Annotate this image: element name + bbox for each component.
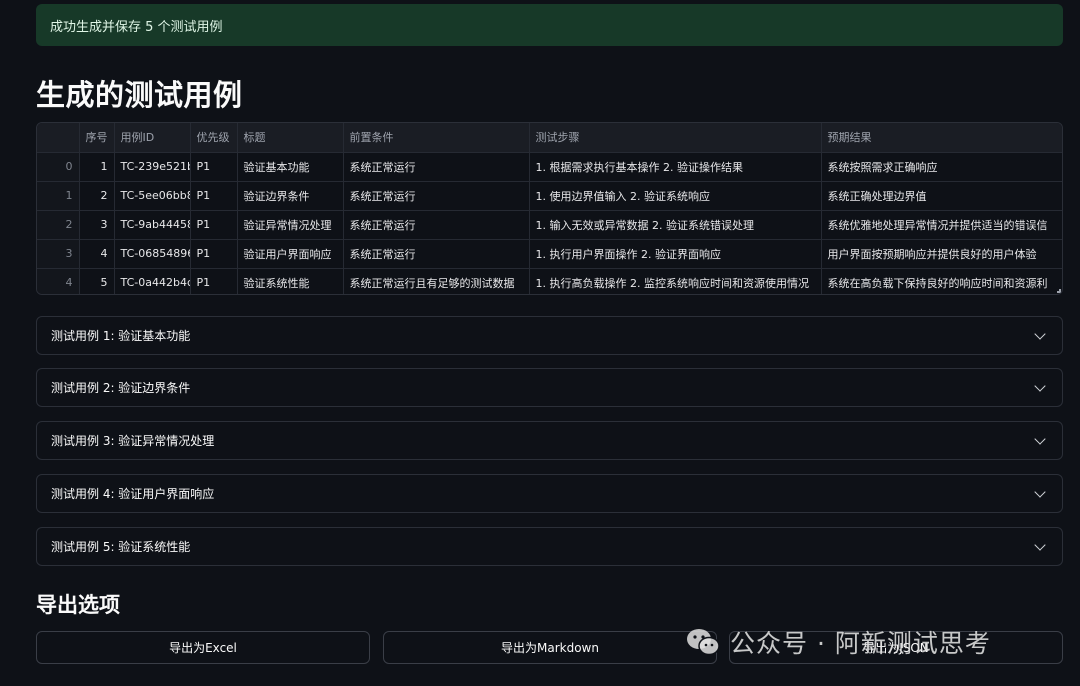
cell-priority[interactable]: P1	[190, 268, 238, 294]
cell-no[interactable]: 5	[79, 268, 115, 294]
expander-test-case-5[interactable]: 测试用例 5: 验证系统性能	[36, 527, 1063, 566]
cell-precondition[interactable]: 系统正常运行且有足够的测试数据	[343, 268, 530, 294]
table-header-row: 序号 用例ID 优先级 标题 前置条件 测试步骤 预期结果	[37, 123, 1062, 153]
watermark-text: 公众号 · 阿新测试思考	[730, 629, 991, 658]
cell-id[interactable]: TC-5ee06bb8	[114, 181, 191, 211]
cell-title[interactable]: 验证用户界面响应	[237, 239, 344, 269]
chevron-down-icon	[1034, 538, 1046, 551]
table-row[interactable]: 3 4 TC-06854896 P1 验证用户界面响应 系统正常运行 1. 执行…	[37, 239, 1062, 269]
table-row[interactable]: 1 2 TC-5ee06bb8 P1 验证边界条件 系统正常运行 1. 使用边界…	[37, 181, 1062, 211]
column-header-steps[interactable]: 测试步骤	[529, 123, 822, 153]
cell-id[interactable]: TC-0a442b4c	[114, 268, 191, 294]
cell-precondition[interactable]: 系统正常运行	[343, 210, 530, 240]
cell-steps[interactable]: 1. 输入无效或异常数据 2. 验证系统错误处理	[529, 210, 822, 240]
cell-title[interactable]: 验证系统性能	[237, 268, 344, 294]
chevron-down-icon	[1034, 327, 1046, 340]
wechat-icon	[687, 629, 720, 656]
column-header-title[interactable]: 标题	[237, 123, 344, 153]
cell-steps[interactable]: 1. 根据需求执行基本操作 2. 验证操作结果	[529, 152, 822, 182]
cell-id[interactable]: TC-9ab44458	[114, 210, 191, 240]
cell-no[interactable]: 3	[79, 210, 115, 240]
expander-label: 测试用例 3: 验证异常情况处理	[51, 434, 215, 448]
cell-steps[interactable]: 1. 使用边界值输入 2. 验证系统响应	[529, 181, 822, 211]
cell-no[interactable]: 4	[79, 239, 115, 269]
cell-expected[interactable]: 系统优雅地处理异常情况并提供适当的错误信	[821, 210, 1062, 240]
cell-steps[interactable]: 1. 执行用户界面操作 2. 验证界面响应	[529, 239, 822, 269]
page-title: 生成的测试用例	[36, 78, 243, 112]
test-case-table[interactable]: 序号 用例ID 优先级 标题 前置条件 测试步骤 预期结果 0 1 TC-239…	[36, 122, 1063, 295]
export-markdown-button[interactable]: 导出为Markdown	[383, 631, 717, 664]
row-index: 0	[37, 152, 80, 182]
expander-test-case-2[interactable]: 测试用例 2: 验证边界条件	[36, 368, 1063, 407]
row-index: 4	[37, 268, 80, 294]
cell-priority[interactable]: P1	[190, 210, 238, 240]
cell-priority[interactable]: P1	[190, 152, 238, 182]
table-row[interactable]: 0 1 TC-239e521b P1 验证基本功能 系统正常运行 1. 根据需求…	[37, 152, 1062, 182]
expander-label: 测试用例 5: 验证系统性能	[51, 540, 191, 554]
cell-title[interactable]: 验证异常情况处理	[237, 210, 344, 240]
cell-precondition[interactable]: 系统正常运行	[343, 152, 530, 182]
cell-expected[interactable]: 系统在高负载下保持良好的响应时间和资源利	[821, 268, 1062, 294]
cell-priority[interactable]: P1	[190, 239, 238, 269]
cell-expected[interactable]: 系统正确处理边界值	[821, 181, 1062, 211]
expander-test-case-3[interactable]: 测试用例 3: 验证异常情况处理	[36, 421, 1063, 460]
success-alert-text: 成功生成并保存 5 个测试用例	[50, 19, 223, 35]
cell-precondition[interactable]: 系统正常运行	[343, 239, 530, 269]
cell-steps[interactable]: 1. 执行高负载操作 2. 监控系统响应时间和资源使用情况	[529, 268, 822, 294]
export-excel-button[interactable]: 导出为Excel	[36, 631, 370, 664]
cell-precondition[interactable]: 系统正常运行	[343, 181, 530, 211]
column-header-priority[interactable]: 优先级	[190, 123, 238, 153]
column-header-no[interactable]: 序号	[79, 123, 115, 153]
table-row[interactable]: 4 5 TC-0a442b4c P1 验证系统性能 系统正常运行且有足够的测试数…	[37, 268, 1062, 294]
expander-label: 测试用例 1: 验证基本功能	[51, 329, 191, 343]
watermark: 公众号 · 阿新测试思考	[686, 622, 991, 662]
cell-title[interactable]: 验证边界条件	[237, 181, 344, 211]
cell-expected[interactable]: 用户界面按预期响应并提供良好的用户体验	[821, 239, 1062, 269]
table-row[interactable]: 2 3 TC-9ab44458 P1 验证异常情况处理 系统正常运行 1. 输入…	[37, 210, 1062, 240]
cell-expected[interactable]: 系统按照需求正确响应	[821, 152, 1062, 182]
cell-id[interactable]: TC-06854896	[114, 239, 191, 269]
success-alert: 成功生成并保存 5 个测试用例	[36, 4, 1063, 46]
column-header-precondition[interactable]: 前置条件	[343, 123, 530, 153]
expander-label: 测试用例 2: 验证边界条件	[51, 381, 191, 395]
column-header-id[interactable]: 用例ID	[114, 123, 191, 153]
cell-no[interactable]: 2	[79, 181, 115, 211]
column-header-expected[interactable]: 预期结果	[821, 123, 1062, 153]
chevron-down-icon	[1034, 485, 1046, 498]
expander-test-case-1[interactable]: 测试用例 1: 验证基本功能	[36, 316, 1063, 355]
row-index: 3	[37, 239, 80, 269]
export-section-title: 导出选项	[36, 593, 120, 617]
cell-title[interactable]: 验证基本功能	[237, 152, 344, 182]
expander-test-case-4[interactable]: 测试用例 4: 验证用户界面响应	[36, 474, 1063, 513]
table-resize-handle[interactable]	[1057, 289, 1061, 293]
index-header	[37, 123, 80, 153]
cell-priority[interactable]: P1	[190, 181, 238, 211]
chevron-down-icon	[1034, 432, 1046, 445]
chevron-down-icon	[1034, 379, 1046, 392]
row-index: 1	[37, 181, 80, 211]
row-index: 2	[37, 210, 80, 240]
cell-id[interactable]: TC-239e521b	[114, 152, 191, 182]
cell-no[interactable]: 1	[79, 152, 115, 182]
expander-label: 测试用例 4: 验证用户界面响应	[51, 487, 215, 501]
